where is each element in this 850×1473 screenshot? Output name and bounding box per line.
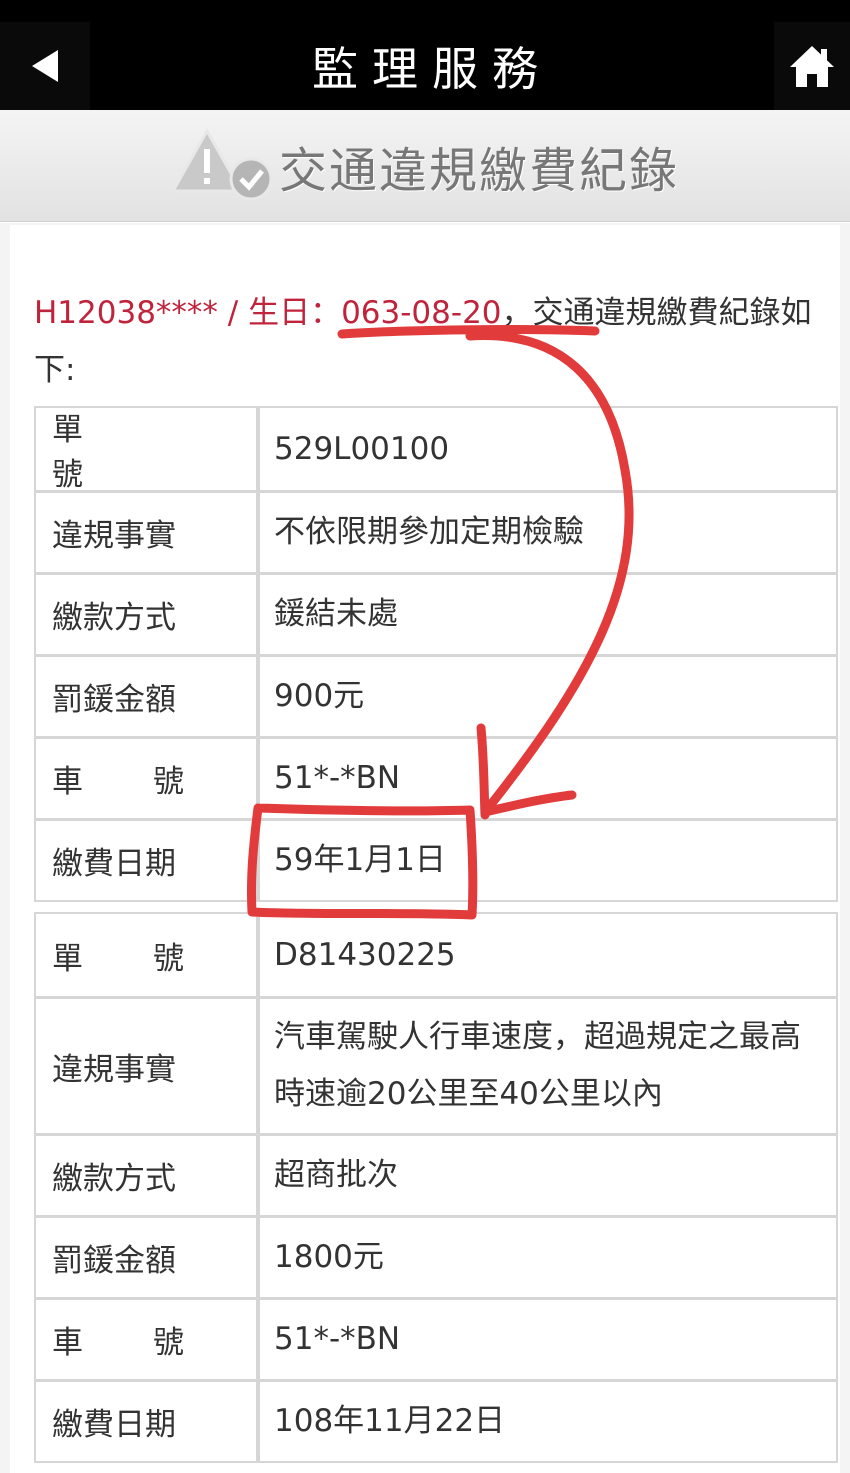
table-row: 繳費日期 108年11月22日 <box>36 1379 836 1461</box>
value-payment-method: 超商批次 <box>260 1136 836 1215</box>
label-plate-number: 車號 <box>36 1300 260 1379</box>
label-fine-amount: 罰鍰金額 <box>36 1218 260 1297</box>
label-ticket-number-text: 單號 <box>52 940 254 977</box>
label-ticket-number-text: 單號 <box>52 412 153 493</box>
label-fine-amount: 罰鍰金額 <box>36 657 260 736</box>
value-violation: 汽車駕駛人行車速度，超過規定之最高時速逾20公里至40公里以內 <box>260 999 836 1133</box>
label-violation: 違規事實 <box>36 493 260 572</box>
table-row: 罰鍰金額 900元 <box>36 654 836 736</box>
record-intro: H12038**** / 生日：063-08-20，交通違規繳費紀錄如下: <box>34 285 824 399</box>
table-row: 繳款方式 超商批次 <box>36 1133 836 1215</box>
table-row: 單號 529L00100 <box>36 408 836 493</box>
table-row: 違規事實 汽車駕駛人行車速度，超過規定之最高時速逾20公里至40公里以內 <box>36 996 836 1133</box>
label-ticket-number: 單號 <box>36 408 260 493</box>
top-nav-bar: 監理服務 <box>0 0 850 110</box>
label-plate-number-text: 車號 <box>52 1325 254 1361</box>
label-ticket-number: 單號 <box>36 914 260 996</box>
value-plate-number: 51*-*BN <box>260 739 836 818</box>
value-payment-date: 108年11月22日 <box>260 1382 836 1461</box>
label-payment-method: 繳款方式 <box>36 1136 260 1215</box>
value-plate-number: 51*-*BN <box>260 1300 836 1379</box>
back-arrow-icon <box>32 50 58 82</box>
warning-check-icon <box>170 127 273 200</box>
value-payment-date: 59年1月1日 <box>260 821 836 900</box>
value-violation: 不依限期參加定期檢驗 <box>260 493 836 572</box>
label-violation: 違規事實 <box>36 999 260 1133</box>
label-payment-date: 繳費日期 <box>36 1382 260 1461</box>
section-title: 交通違規繳費紀錄 <box>278 142 679 199</box>
value-payment-method: 鍰結未處 <box>260 575 836 654</box>
violation-record-2: 單號 D81430225 違規事實 汽車駕駛人行車速度，超過規定之最高時速逾20… <box>34 912 838 1463</box>
value-ticket-number: 529L00100 <box>260 408 836 490</box>
label-payment-method: 繳款方式 <box>36 575 260 654</box>
label-payment-date: 繳費日期 <box>36 821 260 900</box>
id-birthdate: H12038**** / 生日：063-08-20 <box>34 295 502 331</box>
table-row: 違規事實 不依限期參加定期檢驗 <box>36 490 836 572</box>
table-row: 繳費日期 59年1月1日 <box>36 818 836 900</box>
value-fine-amount: 900元 <box>260 657 836 736</box>
table-row: 車號 51*-*BN <box>36 1297 836 1379</box>
value-ticket-number: D81430225 <box>260 914 836 996</box>
page-title: 監理服務 <box>312 42 552 96</box>
back-button[interactable] <box>0 22 90 110</box>
value-fine-amount: 1800元 <box>260 1218 836 1297</box>
home-icon <box>790 46 834 87</box>
home-button[interactable] <box>774 22 850 110</box>
label-plate-number: 車號 <box>36 739 260 818</box>
label-plate-number-text: 車號 <box>52 764 254 800</box>
table-row: 罰鍰金額 1800元 <box>36 1215 836 1297</box>
violation-record-1: 單號 529L00100 違規事實 不依限期參加定期檢驗 繳款方式 鍰結未處 罰… <box>34 406 838 902</box>
section-header: 交通違規繳費紀錄 <box>0 110 850 222</box>
table-row: 車號 51*-*BN <box>36 736 836 818</box>
table-row: 單號 D81430225 <box>36 914 836 996</box>
table-row: 繳款方式 鍰結未處 <box>36 572 836 654</box>
